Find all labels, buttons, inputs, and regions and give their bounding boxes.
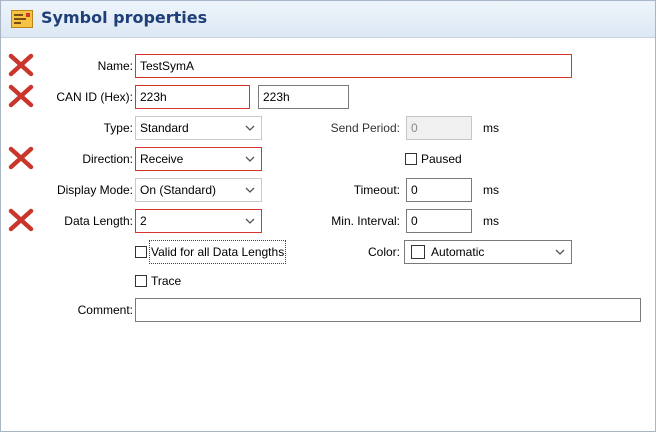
error-x-icon — [8, 146, 34, 170]
chevron-down-icon — [555, 249, 565, 255]
valid-all-label: Valid for all Data Lengths — [148, 240, 287, 264]
canid-to-input[interactable]: 223h — [258, 85, 349, 109]
color-swatch — [411, 245, 425, 259]
canid-from-input[interactable]: 223h — [135, 85, 250, 109]
color-select-value: Automatic — [431, 245, 485, 259]
trace-label: Trace — [151, 274, 182, 288]
valid-all-checkbox[interactable] — [135, 246, 147, 258]
direction-select[interactable]: Receive — [135, 147, 262, 171]
send-period-label: Send Period: — [330, 121, 400, 135]
chevron-down-icon — [245, 156, 255, 162]
send-period-input[interactable]: 0 — [406, 116, 472, 140]
min-interval-label: Min. Interval: — [331, 214, 400, 228]
type-select[interactable]: Standard — [135, 116, 262, 140]
type-label: Type: — [103, 121, 133, 135]
display-mode-select[interactable]: On (Standard) — [135, 178, 262, 202]
timeout-label: Timeout: — [353, 183, 400, 197]
paused-checkbox[interactable] — [405, 153, 417, 165]
min-interval-input[interactable]: 0 — [406, 209, 472, 233]
panel-header: Symbol properties — [1, 1, 655, 38]
panel-title: Symbol properties — [41, 8, 208, 27]
color-label: Color: — [367, 245, 400, 259]
canid-label: CAN ID (Hex): — [56, 90, 133, 104]
display-mode-select-value: On (Standard) — [140, 183, 217, 197]
error-x-icon — [8, 208, 34, 232]
direction-label: Direction: — [82, 152, 133, 166]
color-select[interactable]: Automatic — [404, 240, 572, 264]
timeout-unit: ms — [483, 183, 499, 197]
chevron-down-icon — [245, 187, 255, 193]
error-x-icon — [8, 53, 34, 77]
type-select-value: Standard — [140, 121, 189, 135]
direction-select-value: Receive — [140, 152, 184, 166]
symbol-properties-icon — [11, 10, 33, 28]
chevron-down-icon — [245, 125, 255, 131]
data-length-select[interactable]: 2 — [135, 209, 262, 233]
data-length-label: Data Length: — [64, 214, 133, 228]
display-mode-label: Display Mode: — [56, 183, 133, 197]
paused-label: Paused — [421, 152, 462, 166]
symbol-properties-panel: Symbol properties Name: TestSymA CAN ID … — [0, 0, 656, 432]
chevron-down-icon — [245, 218, 255, 224]
comment-label: Comment: — [77, 303, 133, 317]
trace-checkbox[interactable] — [135, 275, 147, 287]
name-label: Name: — [97, 59, 133, 73]
comment-input[interactable] — [135, 298, 641, 322]
name-input[interactable]: TestSymA — [135, 54, 572, 78]
min-interval-unit: ms — [483, 214, 499, 228]
timeout-input[interactable]: 0 — [406, 178, 472, 202]
send-period-unit: ms — [483, 121, 499, 135]
data-length-select-value: 2 — [140, 214, 147, 228]
